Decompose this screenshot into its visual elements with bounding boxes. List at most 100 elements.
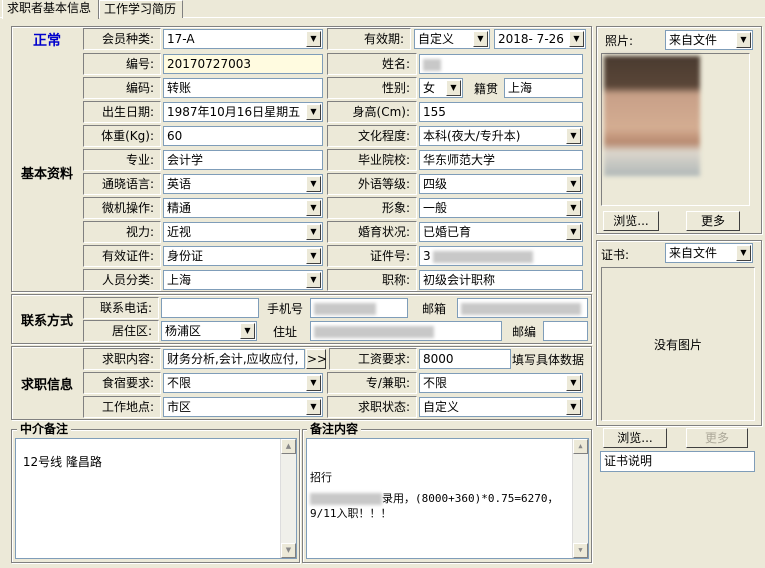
tel-field[interactable]	[161, 298, 259, 318]
id-type-label: 有效证件:	[83, 245, 161, 267]
chevron-down-icon[interactable]: ▼	[566, 224, 581, 240]
chevron-down-icon[interactable]: ▼	[240, 323, 255, 339]
job-content-field[interactable]: 财务分析,会计,应收应付,	[163, 349, 305, 369]
gender-select[interactable]: 女 ▼	[419, 78, 463, 98]
chevron-down-icon[interactable]: ▼	[566, 176, 581, 192]
chevron-down-icon[interactable]: ▼	[566, 128, 581, 144]
zip-label: 邮编	[511, 325, 536, 339]
scrollbar[interactable]: ▲ ▼	[572, 439, 588, 558]
chevron-down-icon[interactable]: ▼	[306, 375, 321, 391]
cert-description-field[interactable]: 证书说明	[600, 451, 755, 472]
origin-field[interactable]: 上海	[504, 78, 583, 98]
chevron-down-icon[interactable]: ▼	[306, 248, 321, 264]
chevron-down-icon[interactable]: ▼	[473, 31, 488, 47]
job-content-more-button[interactable]: >>	[306, 349, 327, 369]
scroll-up-icon[interactable]: ▲	[281, 439, 296, 454]
scroll-down-icon[interactable]: ▼	[281, 543, 296, 558]
job-state-label: 求职状态:	[327, 396, 417, 418]
marital-label: 婚育状况:	[327, 221, 417, 243]
salary-label: 工资要求:	[329, 348, 417, 370]
place-select[interactable]: 市区 ▼	[163, 397, 323, 417]
id-type-select[interactable]: 身份证 ▼	[163, 246, 323, 266]
tab-resume[interactable]: 工作学习简历	[99, 0, 183, 18]
code-label: 编码:	[83, 77, 161, 99]
chevron-down-icon[interactable]: ▼	[569, 31, 584, 47]
chevron-down-icon[interactable]: ▼	[566, 375, 581, 391]
chevron-down-icon[interactable]: ▼	[306, 31, 321, 47]
chevron-down-icon[interactable]: ▼	[306, 200, 321, 216]
chevron-down-icon[interactable]: ▼	[306, 176, 321, 192]
chevron-down-icon[interactable]: ▼	[566, 200, 581, 216]
remark-title: 备注内容	[307, 422, 362, 436]
zip-field[interactable]	[543, 321, 588, 341]
remark-textarea[interactable]: 招行 录用，(8000+360)*0.75=6270， 9/11入职！！！ ▲ ▼	[306, 438, 589, 559]
gender-label: 性别:	[327, 77, 417, 99]
scroll-up-icon[interactable]: ▲	[573, 439, 588, 454]
member-type-label: 会员种类:	[83, 28, 161, 50]
cert-image-frame: 没有图片	[601, 267, 755, 421]
photo-more-button[interactable]: 更多	[686, 211, 740, 231]
email-field[interactable]	[457, 298, 588, 318]
board-select[interactable]: 不限 ▼	[163, 373, 323, 393]
job-state-select[interactable]: 自定义 ▼	[419, 397, 583, 417]
agency-note-textarea[interactable]: 12号线 隆昌路 ▲ ▼	[15, 438, 297, 559]
mobile-label: 手机号	[266, 302, 303, 316]
chevron-down-icon[interactable]: ▼	[306, 224, 321, 240]
chevron-down-icon[interactable]: ▼	[736, 245, 751, 261]
chevron-down-icon[interactable]: ▼	[446, 80, 461, 96]
cert-no-image-text: 没有图片	[653, 337, 702, 352]
code-field[interactable]: 转账	[163, 78, 323, 98]
job-type-select[interactable]: 不限 ▼	[419, 373, 583, 393]
height-field[interactable]: 155	[419, 102, 583, 122]
scroll-down-icon[interactable]: ▼	[573, 543, 588, 558]
title-field[interactable]: 初级会计职称	[419, 270, 583, 290]
chevron-down-icon[interactable]: ▼	[306, 399, 321, 415]
email-label: 邮箱	[421, 302, 446, 316]
photo-browse-button[interactable]: 浏览...	[603, 211, 659, 231]
computer-label: 微机操作:	[83, 197, 161, 219]
salary-hint: 填写具体数据	[511, 353, 584, 367]
mobile-field[interactable]	[310, 298, 408, 318]
board-label: 食宿要求:	[83, 372, 161, 394]
school-field[interactable]: 华东师范大学	[419, 150, 583, 170]
vision-label: 视力:	[83, 221, 161, 243]
validity-date-picker[interactable]: 2018- 7-26 ▼	[494, 29, 586, 49]
job-content-label: 求职内容:	[83, 348, 161, 370]
cert-source-select[interactable]: 来自文件 ▼	[665, 243, 753, 263]
name-field[interactable]	[419, 54, 583, 74]
address-field[interactable]	[310, 321, 502, 341]
place-label: 工作地点:	[83, 396, 161, 418]
chevron-down-icon[interactable]: ▼	[566, 399, 581, 415]
photo-frame	[601, 53, 750, 206]
birth-date-picker[interactable]: 1987年10月16日星期五 ▼	[163, 102, 323, 122]
category-select[interactable]: 上海 ▼	[163, 270, 323, 290]
school-label: 毕业院校:	[327, 149, 417, 171]
chevron-down-icon[interactable]: ▼	[306, 272, 321, 288]
salary-field[interactable]: 8000	[419, 349, 511, 369]
tab-basic-info[interactable]: 求职者基本信息	[2, 0, 99, 19]
chevron-down-icon[interactable]: ▼	[306, 104, 321, 120]
lang-level-select[interactable]: 四级 ▼	[419, 174, 583, 194]
computer-select[interactable]: 精通 ▼	[163, 198, 323, 218]
district-select[interactable]: 杨浦区 ▼	[161, 321, 257, 341]
chevron-down-icon[interactable]: ▼	[736, 32, 751, 48]
cert-label: 证书:	[601, 248, 630, 262]
member-type-select[interactable]: 17-A ▼	[163, 29, 323, 49]
district-label: 居住区:	[83, 320, 159, 342]
photo-source-select[interactable]: 来自文件 ▼	[665, 30, 753, 50]
language-select[interactable]: 英语 ▼	[163, 174, 323, 194]
scrollbar[interactable]: ▲ ▼	[280, 439, 296, 558]
cert-more-button[interactable]: 更多	[686, 428, 748, 448]
title-label: 职称:	[327, 269, 417, 291]
number-field[interactable]: 20170727003	[163, 54, 323, 74]
weight-field[interactable]: 60	[163, 126, 323, 146]
validity-mode-select[interactable]: 自定义 ▼	[414, 29, 490, 49]
cert-browse-button[interactable]: 浏览...	[603, 428, 667, 448]
major-field[interactable]: 会计学	[163, 150, 323, 170]
vision-select[interactable]: 近视 ▼	[163, 222, 323, 242]
contact-section-title: 联系方式	[20, 313, 73, 329]
appearance-select[interactable]: 一般 ▼	[419, 198, 583, 218]
id-no-field[interactable]: 3	[419, 246, 583, 266]
marital-select[interactable]: 已婚已育 ▼	[419, 222, 583, 242]
education-select[interactable]: 本科(夜大/专升本) ▼	[419, 126, 583, 146]
